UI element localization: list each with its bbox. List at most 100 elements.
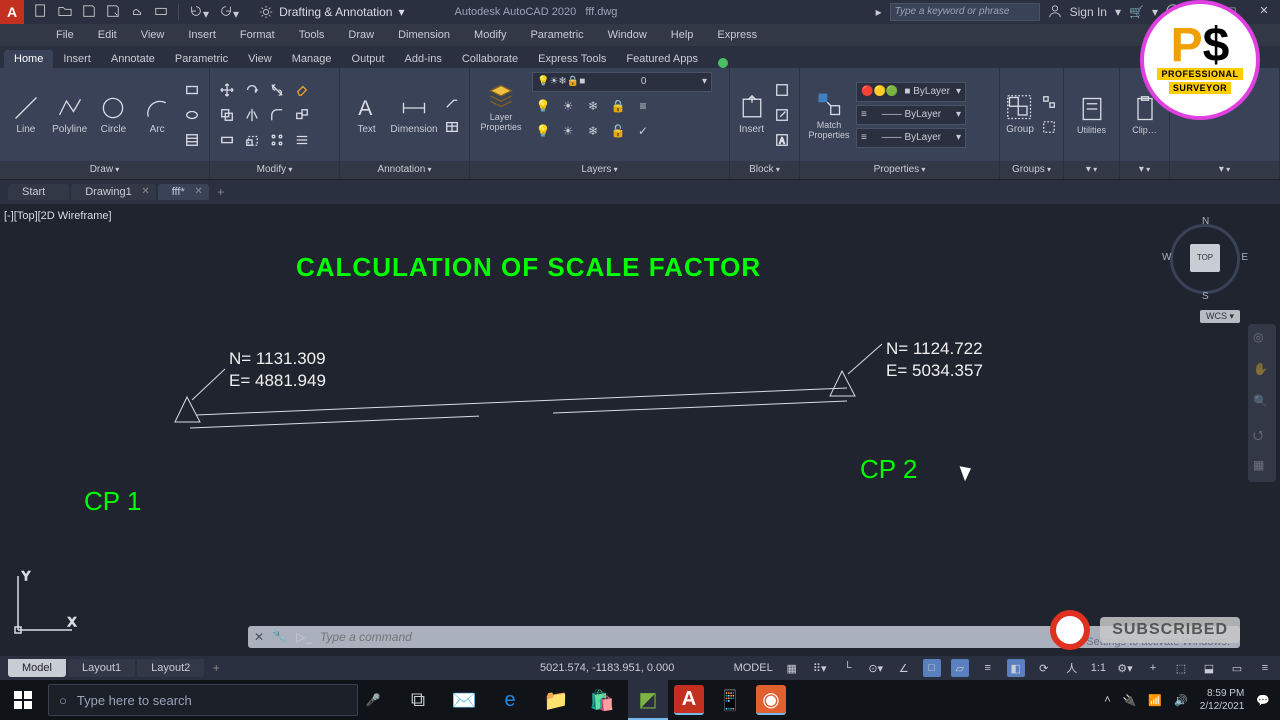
text-button[interactable]: AText	[346, 75, 387, 155]
cycle-icon[interactable]: ⟳	[1035, 659, 1053, 677]
tab-view[interactable]: View	[238, 50, 282, 68]
qat-undo-icon[interactable]: ▾	[189, 4, 209, 21]
recorder-icon[interactable]: ◉	[756, 685, 786, 715]
search-caret-icon[interactable]: ▸	[876, 5, 882, 19]
keyword-search[interactable]: Type a keyword or phrase	[890, 3, 1040, 21]
copy-icon[interactable]	[216, 104, 238, 126]
laythw-icon[interactable]: ❄	[582, 120, 604, 142]
group-edit-icon[interactable]	[1038, 116, 1060, 138]
qat-cloud-icon[interactable]	[130, 4, 144, 21]
tab-annotate[interactable]: Annotate	[101, 50, 165, 68]
edit-block-icon[interactable]	[771, 104, 793, 126]
insert-block-button[interactable]: Insert	[736, 75, 767, 155]
snap-toggle-icon[interactable]: ⠿▾	[811, 659, 829, 677]
tray-volume-icon[interactable]: 🔊	[1174, 694, 1188, 707]
laymch-icon[interactable]: ≡	[632, 95, 654, 117]
device-icon[interactable]: 📱	[710, 680, 750, 720]
cmd-close-icon[interactable]: ✕	[254, 630, 264, 644]
lw-toggle-icon[interactable]: ≡	[979, 659, 997, 677]
orbit-icon[interactable]: ⭯	[1253, 426, 1271, 444]
taskview-icon[interactable]: ⧉	[398, 680, 438, 720]
attr-block-icon[interactable]: A	[771, 129, 793, 151]
panel-annotation-label[interactable]: Annotation	[340, 161, 469, 179]
menu-help[interactable]: Help	[659, 24, 706, 46]
app-dot-icon[interactable]	[718, 58, 728, 68]
edge-icon[interactable]: e	[490, 680, 530, 720]
line-button[interactable]: Line	[6, 75, 46, 155]
tray-power-icon[interactable]: 🔌	[1123, 694, 1137, 707]
polar-toggle-icon[interactable]: ⊙▾	[867, 659, 885, 677]
qat-open-icon[interactable]	[58, 4, 72, 21]
ucs-icon[interactable]: Y X	[10, 568, 80, 638]
isodraft-icon[interactable]: ∠	[895, 659, 913, 677]
layuniso-icon[interactable]: ☀	[557, 120, 579, 142]
menu-file[interactable]: File	[44, 24, 86, 46]
ungroup-icon[interactable]	[1038, 91, 1060, 113]
array-icon[interactable]	[266, 129, 288, 151]
app-icon[interactable]: A	[0, 0, 24, 24]
menu-tools[interactable]: Tools	[287, 24, 337, 46]
linetype-combo[interactable]: ≡—— ByLayer▾	[856, 128, 966, 148]
tab-home[interactable]: Home	[4, 50, 53, 68]
qat-new-icon[interactable]	[34, 4, 48, 21]
custom-status-icon[interactable]: ≡	[1256, 659, 1274, 677]
mail-icon[interactable]: ✉️	[444, 680, 484, 720]
tab-featured[interactable]: Featured Apps	[616, 50, 708, 68]
panel-draw-label[interactable]: Draw	[0, 161, 209, 179]
menu-modify[interactable]: Modify	[462, 24, 518, 46]
offset-icon[interactable]	[291, 129, 313, 151]
grid-toggle-icon[interactable]: ▦	[783, 659, 801, 677]
explorer-icon[interactable]: 📁	[536, 680, 576, 720]
clean-status-icon[interactable]: ▭	[1228, 659, 1246, 677]
workspace-selector[interactable]: Drafting & Annotation ▾	[249, 5, 414, 19]
tray-chevron-icon[interactable]: ˄	[1104, 694, 1110, 706]
tray-wifi-icon[interactable]: 📶	[1148, 694, 1162, 707]
menu-format[interactable]: Format	[228, 24, 287, 46]
signin-icon[interactable]	[1048, 4, 1062, 21]
panel-util-label[interactable]: ▾	[1064, 161, 1119, 179]
layout2-tab[interactable]: Layout2	[137, 659, 204, 677]
layon-icon[interactable]: 💡	[532, 120, 554, 142]
tab-parametric[interactable]: Parametric	[165, 50, 238, 68]
add-layout-button[interactable]: +	[206, 661, 226, 675]
rotate-icon[interactable]	[241, 79, 263, 101]
wcs-selector[interactable]: WCS ▾	[1200, 310, 1240, 323]
stretch-icon[interactable]	[216, 129, 238, 151]
add-tab-button[interactable]: +	[211, 185, 231, 199]
panel-modify-label[interactable]: Modify	[210, 161, 339, 179]
layfrz-icon[interactable]: ❄	[582, 95, 604, 117]
qat-plot-icon[interactable]	[154, 4, 168, 21]
pan-icon[interactable]: ✋	[1253, 362, 1271, 380]
transparency-icon[interactable]: ◧	[1007, 659, 1025, 677]
layiso-icon[interactable]: ☀	[557, 95, 579, 117]
taskbar-search[interactable]: ○ Type here to search	[48, 684, 358, 716]
tab-collaborate[interactable]: Collaborate	[452, 50, 528, 68]
close-icon[interactable]: ✕	[141, 186, 149, 197]
doc-tab-start[interactable]: Start	[8, 184, 69, 200]
iso-status-icon[interactable]: ⬚	[1172, 659, 1190, 677]
close-icon[interactable]: ✕	[194, 186, 202, 197]
utilities-button[interactable]: Utilities	[1070, 75, 1113, 155]
hatch-icon[interactable]	[181, 129, 203, 151]
dimension-button[interactable]: Dimension	[391, 75, 437, 155]
panel-layers-label[interactable]: Layers	[470, 161, 729, 179]
menu-view[interactable]: View	[129, 24, 177, 46]
menu-draw[interactable]: Draw	[336, 24, 386, 46]
menu-parametric[interactable]: Parametric	[518, 24, 595, 46]
annomon-icon[interactable]: 人	[1063, 659, 1081, 677]
fillet-icon[interactable]	[266, 104, 288, 126]
create-block-icon[interactable]	[771, 79, 793, 101]
layer-properties-button[interactable]: Layer Properties	[476, 76, 526, 138]
rect-icon[interactable]	[181, 79, 203, 101]
start-button[interactable]	[0, 680, 46, 720]
layulk-icon[interactable]: 🔓	[607, 120, 629, 142]
zoom-icon[interactable]: 🔍	[1253, 394, 1271, 412]
lineweight-combo[interactable]: ≡—— ByLayer▾	[856, 105, 966, 125]
camtasia-icon[interactable]: ◩	[628, 680, 668, 720]
signin-label[interactable]: Sign In	[1070, 5, 1107, 19]
nav-bar[interactable]: ◎ ✋ 🔍 ⭯ ▦	[1248, 324, 1276, 482]
drawing-canvas[interactable]: [-][Top][2D Wireframe] CALCULATION OF SC…	[0, 204, 1280, 656]
menu-dimension[interactable]: Dimension	[386, 24, 462, 46]
polyline-button[interactable]: Polyline	[50, 75, 90, 155]
viewcube[interactable]: TOP N S E W	[1160, 214, 1250, 304]
